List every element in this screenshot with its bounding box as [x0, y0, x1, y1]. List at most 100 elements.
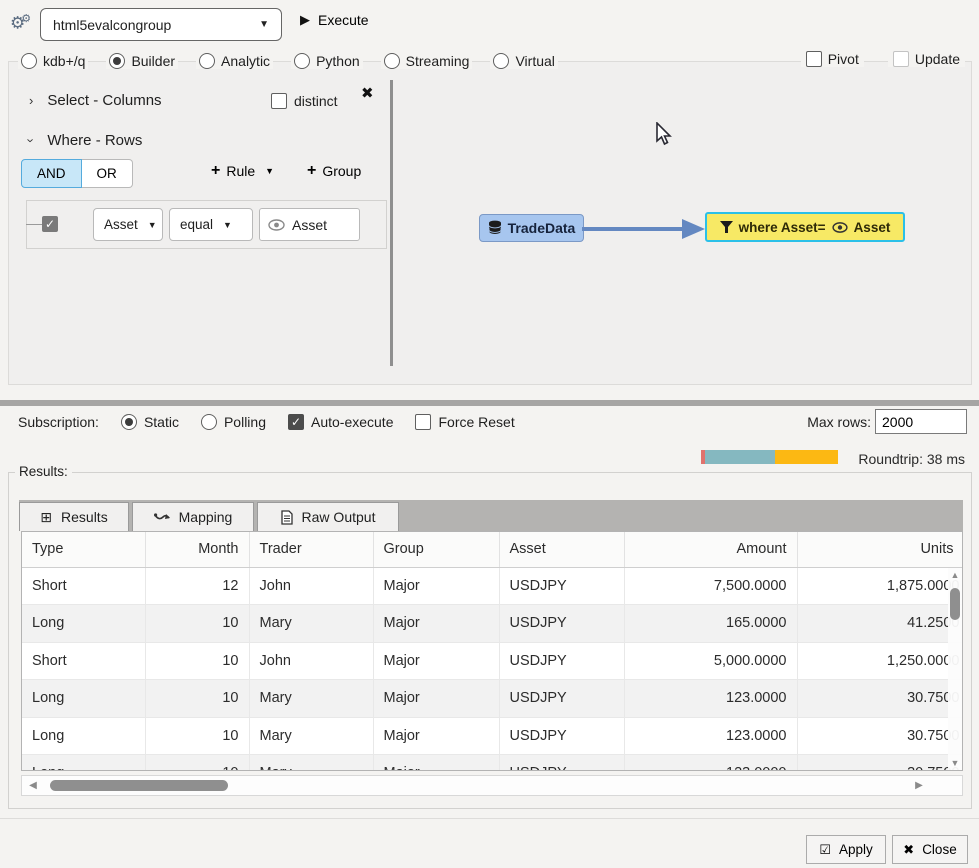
column-header[interactable]: Month [145, 532, 249, 567]
apply-button[interactable]: ☑ Apply [806, 835, 886, 864]
chevron-down-icon: ▼ [223, 220, 232, 230]
radio-icon [384, 53, 400, 69]
column-header[interactable]: Amount [624, 532, 797, 567]
table-cell: 10 [145, 755, 249, 772]
rule-value-field[interactable]: Asset [259, 208, 360, 241]
radio-selected-icon [109, 53, 125, 69]
plus-icon: + [211, 162, 220, 180]
table-cell: Mary [249, 755, 373, 772]
scroll-left-icon[interactable]: ◀ [22, 780, 44, 791]
table-cell: USDJPY [499, 642, 624, 680]
tab-mapping[interactable]: Mapping [132, 502, 254, 531]
table-cell: USDJPY [499, 717, 624, 755]
table-row[interactable]: Long10MaryMajorUSDJPY123.000030.7500 [22, 755, 963, 772]
table-row[interactable]: Short12JohnMajorUSDJPY7,500.00001,875.00… [22, 567, 963, 605]
eye-icon [832, 222, 848, 233]
scroll-up-icon[interactable]: ▲ [948, 568, 962, 582]
table-cell: Long [22, 755, 145, 772]
where-rows-section-header[interactable]: › Where - Rows [29, 132, 142, 149]
subscription-radio-polling[interactable]: Polling [201, 414, 266, 430]
table-cell: John [249, 642, 373, 680]
table-cell: Mary [249, 605, 373, 643]
table-row[interactable]: Long10MaryMajorUSDJPY123.000030.7500 [22, 680, 963, 718]
select-columns-section-header[interactable]: › Select - Columns [29, 92, 162, 109]
force-reset-checkbox[interactable]: Force Reset [415, 414, 514, 430]
table-row[interactable]: Long10MaryMajorUSDJPY123.000030.7500 [22, 717, 963, 755]
scroll-down-icon[interactable]: ▼ [948, 756, 962, 770]
tab-results[interactable]: ⊞ Results [19, 502, 129, 531]
radio-icon [21, 53, 37, 69]
table-cell: 7,500.0000 [624, 567, 797, 605]
table-cell: Major [373, 755, 499, 772]
table-cell: 5,000.0000 [624, 642, 797, 680]
mode-radio-kdbq[interactable]: kdb+/q [18, 53, 88, 69]
horizontal-splitter[interactable] [0, 400, 979, 406]
checkbox-icon [806, 51, 822, 67]
query-mode-radio-group: kdb+/q Builder Analytic Python Streaming… [18, 51, 576, 71]
tab-raw-output[interactable]: Raw Output [257, 502, 399, 531]
rule-operator-dropdown[interactable]: equal ▼ [169, 208, 253, 241]
mode-radio-analytic[interactable]: Analytic [196, 53, 273, 69]
horizontal-scrollbar-thumb[interactable] [50, 780, 228, 791]
add-rule-button[interactable]: + Rule ▼ [211, 162, 274, 180]
rule-field-dropdown[interactable]: Asset ▼ [93, 208, 163, 241]
results-panel: Results: ⊞ Results Mapping Raw Output [8, 472, 972, 809]
scroll-right-icon[interactable]: ▶ [908, 780, 930, 791]
table-cell: 1,250.0000 [797, 642, 963, 680]
mode-radio-virtual[interactable]: Virtual [490, 53, 557, 69]
eye-icon [268, 219, 285, 231]
table-cell: Major [373, 680, 499, 718]
connection-select[interactable]: html5evalcongroup ▼ [40, 8, 282, 41]
column-header[interactable]: Trader [249, 532, 373, 567]
and-or-toggle: AND OR [21, 159, 133, 188]
checkbox-icon [415, 414, 431, 430]
pivot-checkbox[interactable]: Pivot [801, 51, 864, 67]
table-cell: 123.0000 [624, 755, 797, 772]
column-header[interactable]: Type [22, 532, 145, 567]
column-header[interactable]: Units [797, 532, 963, 567]
query-diagram-canvas: TradeData where Asset= Asset [393, 62, 971, 384]
diagram-where-node[interactable]: where Asset= Asset [705, 212, 905, 242]
radio-icon [493, 53, 509, 69]
max-rows-label: Max rows: [807, 414, 871, 430]
max-rows-input[interactable] [875, 409, 967, 434]
subscription-radio-static[interactable]: Static [121, 414, 179, 430]
auto-execute-checkbox[interactable]: ✓ Auto-execute [288, 414, 394, 430]
column-header[interactable]: Group [373, 532, 499, 567]
table-cell: John [249, 567, 373, 605]
distinct-checkbox[interactable]: distinct [271, 93, 338, 109]
vertical-scrollbar-thumb[interactable] [950, 588, 960, 620]
checkbox-checked-icon: ✓ [288, 414, 304, 430]
table-cell: Major [373, 567, 499, 605]
mode-radio-streaming[interactable]: Streaming [381, 53, 473, 69]
checkbox-icon [893, 51, 909, 67]
and-button[interactable]: AND [21, 159, 82, 188]
table-row[interactable]: Long10MaryMajorUSDJPY165.000041.2500 [22, 605, 963, 643]
query-progress-bar [701, 450, 838, 464]
table-cell: 123.0000 [624, 717, 797, 755]
table-cell: 12 [145, 567, 249, 605]
mode-radio-builder[interactable]: Builder [106, 53, 178, 69]
column-header[interactable]: Asset [499, 532, 624, 567]
or-button[interactable]: OR [82, 159, 133, 188]
table-row[interactable]: Short10JohnMajorUSDJPY5,000.00001,250.00… [22, 642, 963, 680]
table-cell: 30.7500 [797, 680, 963, 718]
vertical-scrollbar[interactable]: ▲ ▼ [948, 568, 962, 770]
update-checkbox[interactable]: Update [888, 51, 965, 67]
chevron-down-icon: › [24, 138, 39, 142]
settings-gears-icon[interactable]: ⚙⚙ [10, 12, 27, 34]
horizontal-scrollbar[interactable]: ◀ ▶ [21, 775, 963, 796]
table-cell: USDJPY [499, 755, 624, 772]
table-cell: Mary [249, 717, 373, 755]
execute-button[interactable]: ▶ Execute [300, 12, 369, 28]
mode-radio-python[interactable]: Python [291, 53, 363, 69]
progress-segment [775, 450, 838, 464]
close-button[interactable]: ✖ Close [892, 835, 968, 864]
close-panel-button[interactable]: ✖ [361, 84, 374, 102]
query-builder-panel: › Select - Columns distinct ✖ › Where - … [8, 61, 972, 385]
diagram-source-node[interactable]: TradeData [479, 214, 584, 242]
add-group-button[interactable]: + Group [307, 162, 361, 180]
rule-enabled-checkbox[interactable]: ✓ [42, 216, 58, 232]
table-cell: 41.2500 [797, 605, 963, 643]
diagram-edge-arrow [582, 214, 707, 244]
